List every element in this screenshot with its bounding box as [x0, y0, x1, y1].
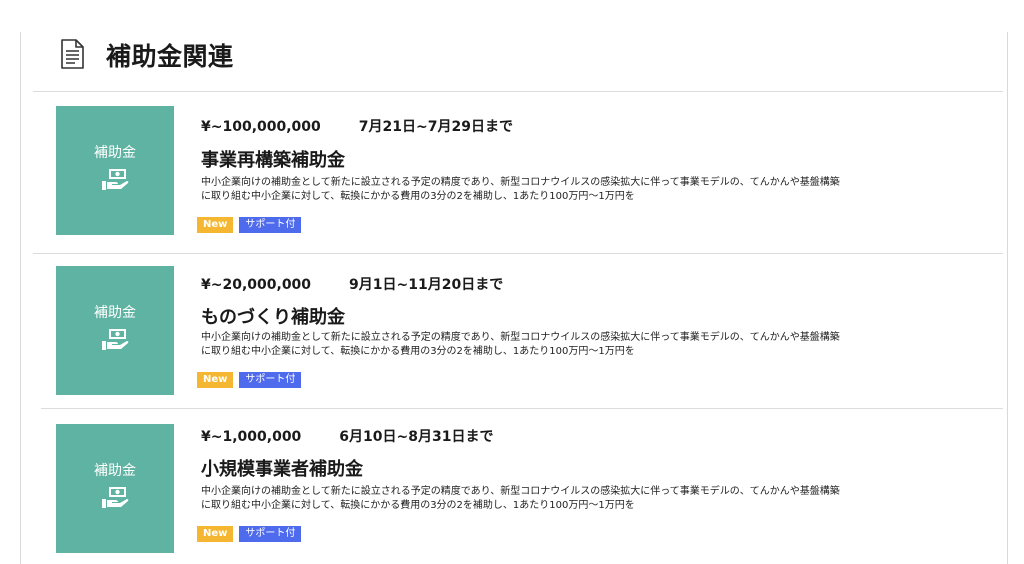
money-hand-icon: [102, 487, 129, 508]
page-title: 補助金関連: [106, 42, 234, 71]
subsidy-panel: 補助金関連 補助金 ¥~100,000,000 7月21日~7月29日まで 事業再…: [20, 32, 1008, 564]
description-line: 中小企業向けの補助金として新たに設立される予定の精度であり、新型コロナウイルスの…: [201, 332, 840, 343]
new-badge: New: [197, 372, 234, 388]
section-header: 補助金関連: [21, 32, 1007, 90]
subsidy-amount: ¥~1,000,000: [201, 429, 302, 445]
subsidy-amount: ¥~100,000,000: [201, 119, 321, 135]
card-divider: [33, 253, 1003, 254]
new-badge: New: [197, 217, 234, 233]
money-hand-icon: [102, 329, 129, 350]
subsidy-meta: ¥~1,000,000 6月10日~8月31日まで: [201, 426, 493, 446]
subsidy-title[interactable]: ものづくり補助金: [201, 303, 345, 329]
card-divider: [41, 408, 1003, 409]
thumbnail-label: 補助金: [94, 463, 136, 479]
support-badge: サポート付: [239, 217, 302, 233]
description-line: に取り組む中小企業に対して、転換にかかる費用の3分の2を補助し、1あたり100万…: [201, 346, 635, 357]
subsidy-thumbnail: 補助金: [56, 266, 174, 395]
subsidy-description: 中小企業向けの補助金として新たに設立される予定の精度であり、新型コロナウイルスの…: [201, 176, 921, 204]
subsidy-card[interactable]: 補助金 ¥~100,000,000 7月21日~7月29日まで 事業再構築補助金 …: [21, 106, 1007, 256]
money-hand-icon: [102, 169, 129, 190]
subsidy-meta: ¥~20,000,000 9月1日~11月20日まで: [201, 274, 503, 294]
description-line: に取り組む中小企業に対して、転換にかかる費用の3分の2を補助し、1あたり100万…: [201, 191, 635, 202]
subsidy-amount: ¥~20,000,000: [201, 277, 312, 293]
new-badge: New: [197, 526, 234, 542]
description-line: 中小企業向けの補助金として新たに設立される予定の精度であり、新型コロナウイルスの…: [201, 486, 840, 497]
description-line: に取り組む中小企業に対して、転換にかかる費用の3分の2を補助し、1あたり100万…: [201, 500, 635, 511]
subsidy-card[interactable]: 補助金 ¥~1,000,000 6月10日~8月31日まで 小規模事業者補助金 中…: [21, 424, 1007, 564]
tag-list: New サポート付: [197, 526, 302, 542]
subsidy-period: 9月1日~11月20日まで: [349, 277, 504, 293]
header-divider: [33, 91, 1003, 92]
subsidy-description: 中小企業向けの補助金として新たに設立される予定の精度であり、新型コロナウイルスの…: [201, 485, 921, 513]
subsidy-title[interactable]: 事業再構築補助金: [201, 146, 345, 172]
subsidy-thumbnail: 補助金: [56, 424, 174, 553]
tag-list: New サポート付: [197, 217, 302, 233]
support-badge: サポート付: [239, 372, 302, 388]
subsidy-period: 7月21日~7月29日まで: [358, 119, 513, 135]
description-line: 中小企業向けの補助金として新たに設立される予定の精度であり、新型コロナウイルスの…: [201, 177, 840, 188]
subsidy-thumbnail: 補助金: [56, 106, 174, 235]
subsidy-meta: ¥~100,000,000 7月21日~7月29日まで: [201, 116, 513, 136]
thumbnail-label: 補助金: [94, 305, 136, 321]
support-badge: サポート付: [239, 526, 302, 542]
subsidy-card[interactable]: 補助金 ¥~20,000,000 9月1日~11月20日まで ものづくり補助金 中…: [21, 266, 1007, 416]
thumbnail-label: 補助金: [94, 145, 136, 161]
subsidy-period: 6月10日~8月31日まで: [339, 429, 494, 445]
subsidy-title[interactable]: 小規模事業者補助金: [201, 455, 363, 481]
document-icon: [61, 39, 84, 69]
subsidy-description: 中小企業向けの補助金として新たに設立される予定の精度であり、新型コロナウイルスの…: [201, 331, 921, 359]
tag-list: New サポート付: [197, 372, 302, 388]
